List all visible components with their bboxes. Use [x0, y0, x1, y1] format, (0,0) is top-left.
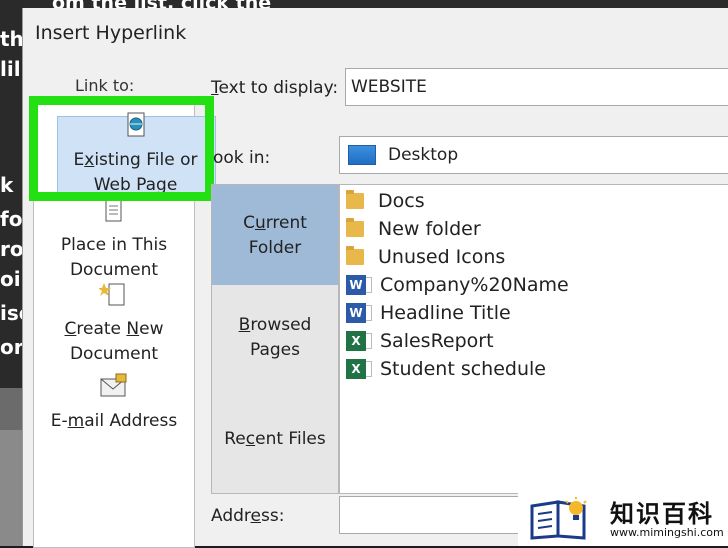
folder-icon	[346, 246, 364, 265]
list-item[interactable]: W Company%20Name	[346, 271, 569, 299]
current-folder-button[interactable]: Current Folder	[212, 185, 338, 285]
file-name: Headline Title	[380, 302, 511, 324]
current-folder-line1: Current	[243, 213, 307, 233]
text-to-display-input[interactable]: WEBSITE	[345, 68, 728, 106]
list-item[interactable]: X SalesReport	[346, 327, 494, 355]
file-name: Unused Icons	[378, 246, 506, 268]
file-name: Docs	[378, 190, 425, 212]
file-name: Company%20Name	[380, 274, 569, 296]
create-new-line1: Create New	[64, 319, 164, 339]
background-line: lil	[0, 57, 21, 81]
insert-hyperlink-dialog: Insert Hyperlink Link to: Place in This …	[22, 8, 728, 548]
excel-spreadsheet-icon: X	[346, 359, 372, 379]
navigation-column: Current Folder Browsed Pages Recent File…	[211, 184, 339, 494]
create-new-line2: Document	[69, 344, 159, 364]
folder-icon	[346, 218, 364, 237]
recent-files-button[interactable]: Recent Files	[212, 427, 338, 452]
place-line1: Place in This	[60, 235, 168, 255]
address-label: Address:	[211, 506, 285, 526]
link-to-place-in-document[interactable]: Place in This Document	[34, 199, 194, 283]
word-document-icon: W	[346, 275, 372, 295]
link-to-label: Link to:	[75, 76, 135, 95]
browsed-pages-button[interactable]: Browsed Pages	[212, 313, 338, 363]
document-icon	[34, 199, 194, 231]
list-item[interactable]: New folder	[346, 215, 481, 243]
watermark-chinese-text: 知识百科	[610, 500, 714, 528]
background-gray-block	[0, 430, 22, 546]
background-line: fo	[0, 207, 22, 231]
file-name: SalesReport	[380, 330, 494, 352]
current-folder-line2: Folder	[248, 238, 302, 258]
list-item[interactable]: Unused Icons	[346, 243, 505, 271]
desktop-icon	[348, 145, 376, 165]
list-item[interactable]: X Student schedule	[346, 355, 546, 383]
text-to-display-label: Text to display:	[211, 78, 339, 98]
file-list: Docs New folder Unused Icons W Company%2…	[339, 184, 728, 494]
book-lightbulb-icon	[528, 496, 602, 544]
place-line2: Document	[69, 260, 159, 280]
look-in-dropdown[interactable]: Desktop	[339, 136, 728, 174]
background-line: th	[0, 27, 22, 51]
background-line: ise	[0, 301, 22, 325]
background-line: oin	[0, 267, 22, 291]
email-label: E-mail Address	[50, 411, 178, 431]
list-item[interactable]: W Headline Title	[346, 299, 511, 327]
link-to-create-new-document[interactable]: Create New Document	[34, 281, 194, 367]
look-in-label: ook in:	[213, 148, 271, 168]
background-line: k	[0, 173, 14, 197]
recent-files-label: Recent Files	[224, 429, 326, 449]
folder-icon	[346, 190, 364, 209]
green-highlight-box	[29, 96, 214, 201]
browsed-pages-line2: Pages	[249, 340, 300, 360]
watermark-url: www.mimingshi.com	[610, 526, 724, 539]
file-name: Student schedule	[380, 358, 546, 380]
background-line: or	[0, 335, 22, 359]
watermark: 知识百科 www.mimingshi.com	[518, 486, 728, 546]
new-document-icon	[34, 281, 194, 315]
browsed-pages-line1: Browsed	[238, 315, 312, 335]
file-name: New folder	[378, 218, 481, 240]
dialog-title: Insert Hyperlink	[35, 22, 187, 44]
excel-spreadsheet-icon: X	[346, 331, 372, 351]
email-icon	[34, 373, 194, 407]
look-in-value: Desktop	[388, 145, 459, 165]
background-line: ro	[0, 237, 22, 261]
word-document-icon: W	[346, 303, 372, 323]
link-to-email-address[interactable]: E-mail Address	[34, 373, 194, 434]
list-item[interactable]: Docs	[346, 187, 425, 215]
